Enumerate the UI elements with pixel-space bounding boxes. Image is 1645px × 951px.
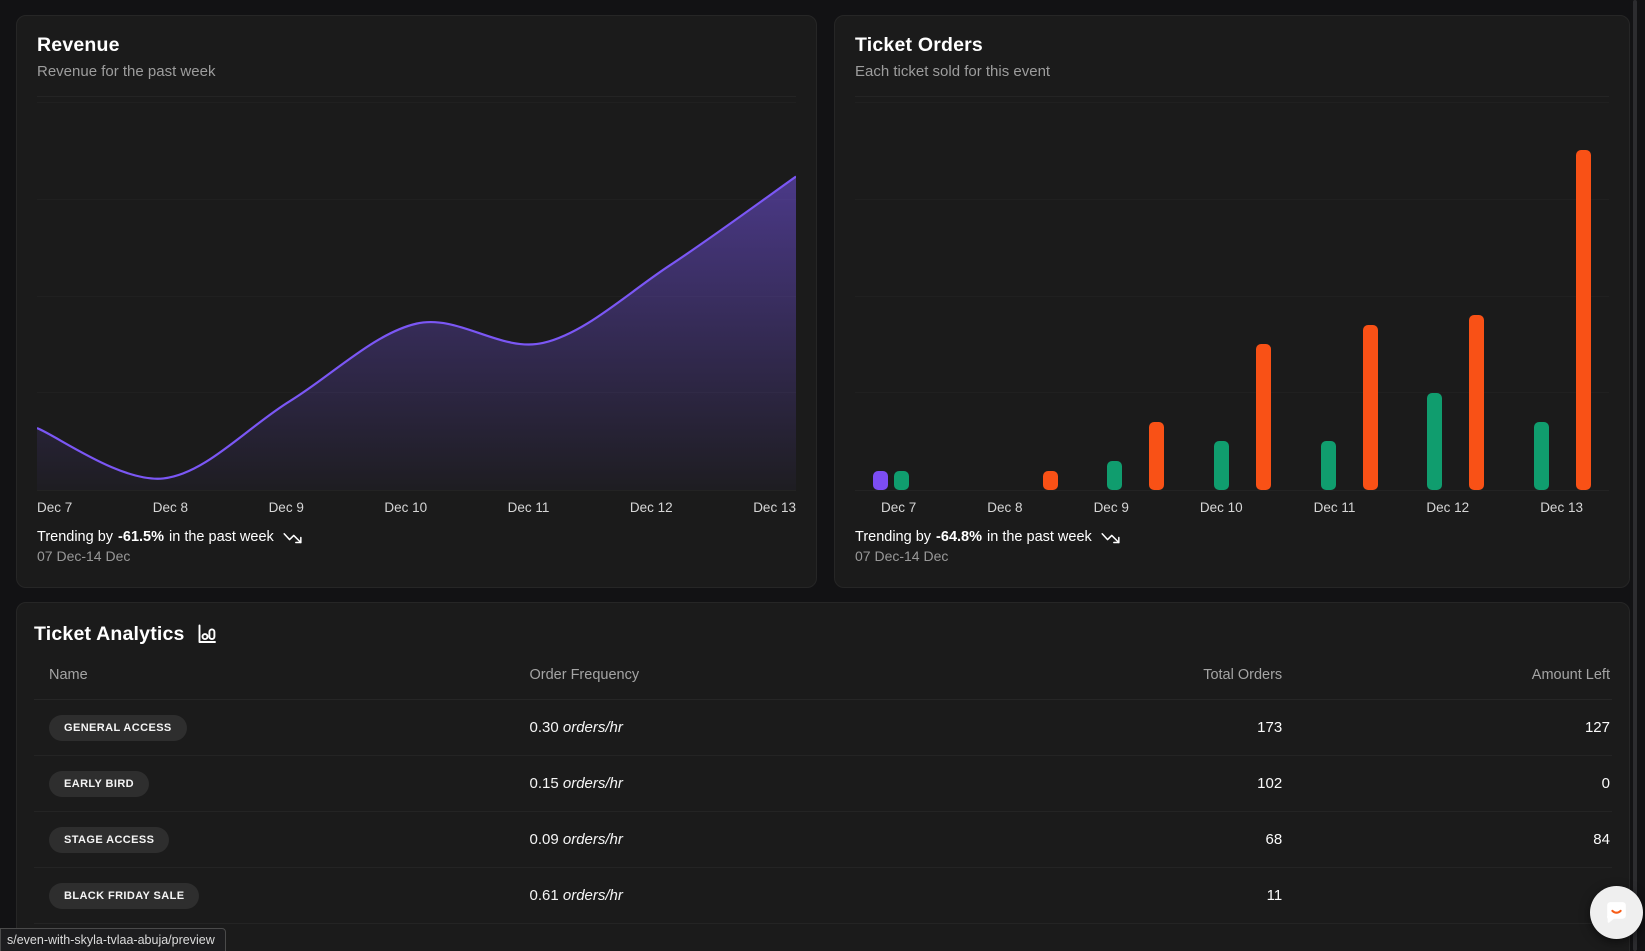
table-row[interactable]: EARLY BIRD 0.15 orders/hr 102 0 <box>34 756 1612 812</box>
x-axis-label: Dec 9 <box>269 500 304 520</box>
x-axis-label: Dec 9 <box>1094 500 1129 520</box>
table-row[interactable]: STAGE ACCESS 0.09 orders/hr 68 84 <box>34 812 1612 868</box>
ticket-name-badge: GENERAL ACCESS <box>49 715 187 741</box>
trend-prefix: Trending by <box>855 529 931 545</box>
total-orders-cell: 173 <box>814 719 1283 736</box>
gridline <box>855 296 1609 297</box>
ticket-orders-card-title: Ticket Orders <box>855 32 1609 58</box>
chat-bubble-icon <box>1602 898 1631 927</box>
ticket-name-badge: STAGE ACCESS <box>49 827 169 853</box>
amount-left-cell: 0 <box>1282 775 1612 792</box>
chat-launcher-button[interactable] <box>1590 886 1643 939</box>
x-axis-label: Dec 8 <box>153 500 188 520</box>
bar-group-dec-11 <box>1300 325 1378 490</box>
x-axis-label: Dec 13 <box>753 500 796 520</box>
dashboard-page: Revenue Revenue for the past week Dec 7D… <box>0 0 1645 951</box>
bar-group-dec-7 <box>873 471 951 490</box>
bar-green <box>1534 422 1549 490</box>
trend-suffix: in the past week <box>987 529 1092 545</box>
x-axis-label: Dec 7 <box>881 500 916 520</box>
ticket-orders-card: Ticket Orders Each ticket sold for this … <box>834 15 1630 588</box>
column-header-amount-left: Amount Left <box>1282 667 1612 683</box>
x-axis-label: Dec 8 <box>987 500 1022 520</box>
ticket-name-badge: EARLY BIRD <box>49 771 149 797</box>
ticket-orders-x-axis: Dec 7 Dec 8 Dec 9 Dec 10 Dec 11 Dec 12 Dec 13 <box>855 500 1609 520</box>
trend-value: -64.8% <box>936 529 982 545</box>
x-axis-label: Dec 11 <box>1314 500 1356 520</box>
trend-suffix: in the past week <box>169 529 274 545</box>
ticket-name-badge: BLACK FRIDAY SALE <box>49 883 199 909</box>
total-orders-cell: 102 <box>814 775 1283 792</box>
bar-group-dec-13 <box>1513 150 1591 490</box>
bar-group-dec-8 <box>980 471 1058 490</box>
ticket-orders-trend-line: Trending by -64.8% in the past week <box>855 529 1609 545</box>
bar-group-dec-10 <box>1193 344 1271 490</box>
total-orders-cell: 11 <box>814 887 1283 904</box>
x-axis-label: Dec 12 <box>630 500 673 520</box>
revenue-card: Revenue Revenue for the past week Dec 7D… <box>16 15 817 588</box>
revenue-area-chart <box>37 103 796 490</box>
trending-down-icon <box>282 530 303 545</box>
bar-orange <box>1469 315 1484 490</box>
ticket-orders-date-range: 07 Dec-14 Dec <box>855 548 1609 564</box>
order-frequency-cell: 0.15 orders/hr <box>529 775 813 792</box>
revenue-date-range: 07 Dec-14 Dec <box>37 548 796 564</box>
bar-orange <box>1576 150 1591 490</box>
bar-orange <box>1363 325 1378 490</box>
trend-prefix: Trending by <box>37 529 113 545</box>
table-row[interactable]: GENERAL ACCESS 0.30 orders/hr 173 127 <box>34 700 1612 756</box>
total-orders-cell: 68 <box>814 831 1283 848</box>
column-header-total-orders: Total Orders <box>814 667 1283 683</box>
revenue-card-title: Revenue <box>37 32 796 58</box>
order-frequency-cell: 0.30 orders/hr <box>529 719 813 736</box>
bar-group-dec-12 <box>1406 315 1484 490</box>
gridline <box>855 102 1609 103</box>
bar-orange <box>1043 471 1058 490</box>
amount-left-cell: 127 <box>1282 719 1612 736</box>
revenue-area-fill <box>37 177 796 490</box>
order-frequency-cell: 0.09 orders/hr <box>529 831 813 848</box>
x-axis-label: Dec 12 <box>1426 500 1469 520</box>
x-axis-label: Dec 10 <box>384 500 427 520</box>
ticket-orders-plot <box>855 103 1609 491</box>
scrollbar[interactable] <box>1633 0 1637 951</box>
revenue-plot <box>37 103 796 491</box>
bar-orange <box>1256 344 1271 490</box>
link-preview-statusbar: s/even-with-skyla-tvlaa-abuja/preview <box>0 928 226 951</box>
revenue-x-axis: Dec 7 Dec 8 Dec 9 Dec 10 Dec 11 Dec 12 Dec 13 <box>37 500 796 520</box>
trend-value: -61.5% <box>118 529 164 545</box>
column-header-name: Name <box>34 667 529 683</box>
bar-green <box>1214 441 1229 490</box>
amount-left-cell: 84 <box>1282 831 1612 848</box>
bar-group-dec-9 <box>1086 422 1164 490</box>
x-axis-label: Dec 11 <box>508 500 550 520</box>
trending-down-icon <box>1100 530 1121 545</box>
x-axis-label: Dec 10 <box>1200 500 1243 520</box>
analytics-column-headers: Name Order Frequency Total Orders Amount… <box>34 667 1612 700</box>
order-frequency-cell: 0.61 orders/hr <box>529 887 813 904</box>
bar-green <box>1321 441 1336 490</box>
ticket-analytics-title: Ticket Analytics <box>34 621 185 647</box>
bar-chart-icon <box>196 623 218 645</box>
table-row[interactable]: BLACK FRIDAY SALE 0.61 orders/hr 11 <box>34 868 1612 924</box>
ticket-orders-card-subtitle: Each ticket sold for this event <box>855 62 1609 82</box>
gridline <box>855 199 1609 200</box>
bar-green <box>1107 461 1122 490</box>
card-header-divider <box>37 96 796 97</box>
revenue-trend-line: Trending by -61.5% in the past week <box>37 529 796 545</box>
x-axis-label: Dec 7 <box>37 500 72 520</box>
card-header-divider <box>855 96 1609 97</box>
column-header-order-frequency: Order Frequency <box>529 667 813 683</box>
ticket-analytics-header: Ticket Analytics <box>34 621 1612 647</box>
bar-green <box>1427 393 1442 490</box>
x-axis-label: Dec 13 <box>1540 500 1583 520</box>
ticket-analytics-card: Ticket Analytics Name Order Frequency To… <box>16 602 1630 951</box>
revenue-card-subtitle: Revenue for the past week <box>37 62 796 82</box>
bar-orange <box>1149 422 1164 490</box>
bar-purple <box>873 471 888 490</box>
bar-green <box>894 471 909 490</box>
